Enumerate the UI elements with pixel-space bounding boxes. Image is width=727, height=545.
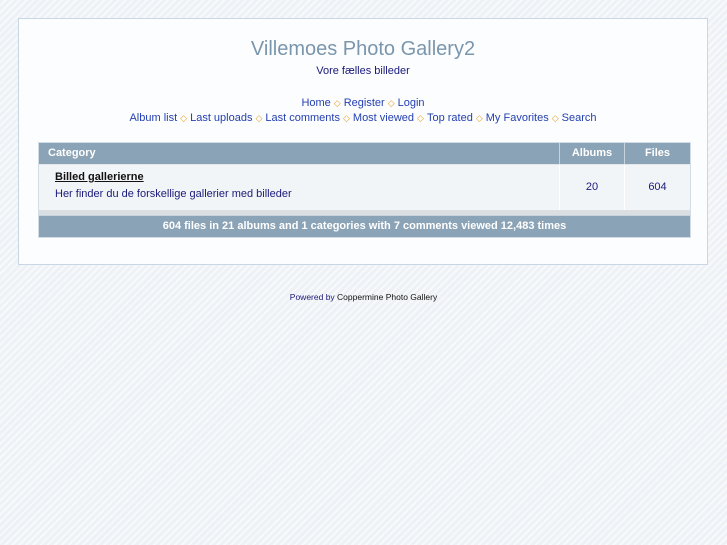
category-cell: Billed gallerierne Her finder du de fors… (39, 165, 560, 210)
column-header-files: Files (644, 147, 671, 159)
gallery-stats: 604 files in 21 albums and 1 categories … (39, 215, 690, 237)
nav-album-list-link[interactable]: Album list (129, 112, 177, 124)
gallery-title: Villemoes Photo Gallery2 (250, 38, 476, 60)
nav-most-viewed-link[interactable]: Most viewed (353, 112, 414, 124)
table-row: Billed gallerierne Her finder du de fors… (39, 164, 690, 210)
diamond-outline-icon: ◇ (255, 113, 263, 123)
nav-my-favorites-link[interactable]: My Favorites (486, 112, 549, 124)
powered-by-label: Powered by (289, 292, 335, 302)
diamond-outline-icon: ◇ (342, 113, 350, 123)
diamond-outline-icon: ◇ (333, 98, 341, 108)
nav-register-link[interactable]: Register (344, 97, 385, 109)
nav-last-comments-link[interactable]: Last comments (265, 112, 340, 124)
column-header-albums: Albums (560, 143, 625, 164)
diamond-outline-icon: ◇ (387, 98, 395, 108)
nav-last-uploads-link[interactable]: Last uploads (190, 112, 252, 124)
diamond-outline-icon: ◇ (417, 113, 424, 123)
category-description: Her finder du de forskellige gallerier m… (55, 188, 292, 200)
nav-home-link[interactable]: Home (301, 97, 330, 109)
category-table: Category Albums Files Billed gallerierne… (38, 142, 691, 238)
albums-count: 20 (560, 165, 625, 210)
primary-nav: Home ◇ Register ◇ Login (19, 97, 707, 109)
nav-login-link[interactable]: Login (398, 97, 425, 109)
files-count: 604 (648, 181, 667, 193)
table-header: Category Albums Files (39, 143, 690, 164)
diamond-outline-icon: ◇ (551, 113, 559, 123)
column-header-category: Category (39, 143, 560, 164)
nav-top-rated-link[interactable]: Top rated (427, 112, 473, 124)
secondary-nav: Album list ◇ Last uploads ◇ Last comments ◇ Mo… (19, 112, 707, 124)
footer: Powered by Coppermine Photo Gallery (0, 292, 727, 302)
diamond-outline-icon: ◇ (475, 113, 483, 123)
coppermine-link[interactable]: Coppermine Photo Gallery (337, 292, 437, 302)
nav-search-link[interactable]: Search (562, 112, 597, 124)
diamond-outline-icon: ◇ (180, 113, 188, 123)
category-link[interactable]: Billed gallerierne (55, 171, 144, 183)
main-container: Villemoes Photo Gallery2 Vore fælles bil… (18, 18, 708, 265)
gallery-subtitle: Vore fælles billeder (316, 65, 410, 77)
